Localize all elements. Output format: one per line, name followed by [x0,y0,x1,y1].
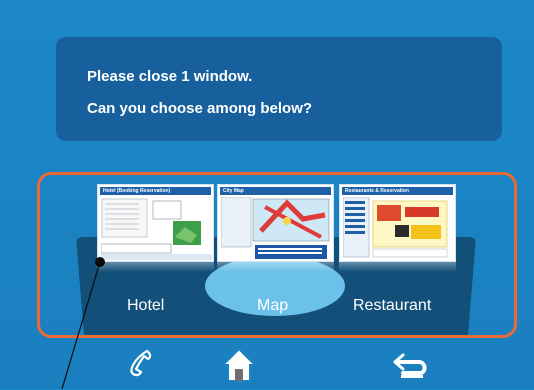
pointer-line [61,261,101,389]
